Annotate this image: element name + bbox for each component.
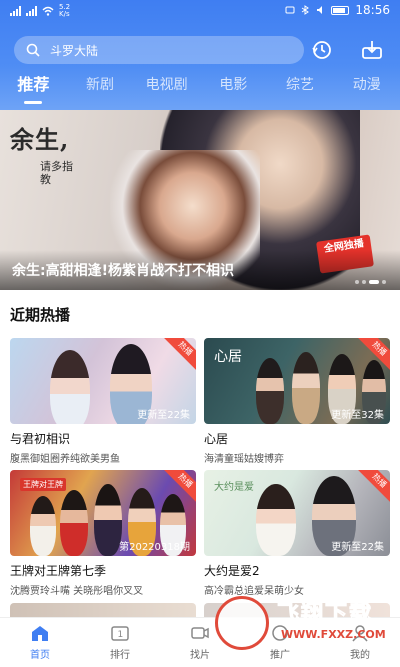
battery-icon — [331, 5, 350, 15]
category-tabs: 推荐 新剧 电视剧 电影 综艺 动漫 — [0, 74, 400, 104]
ranking-icon: 1 — [111, 626, 129, 641]
notification-icon — [285, 6, 295, 14]
hot-tag: 热播 — [162, 338, 196, 372]
tab-movie[interactable]: 电影 — [200, 74, 267, 104]
video-thumbnail: 心居 热播 更新至32集 — [204, 338, 390, 424]
tab-new-drama[interactable]: 新剧 — [67, 74, 134, 104]
tab-anime[interactable]: 动漫 — [333, 74, 400, 104]
card-subtitle: 海清童瑶姑嫂博弈 — [204, 454, 284, 465]
nav-label: 找片 — [190, 650, 210, 661]
tab-recommend[interactable]: 推荐 — [0, 74, 67, 104]
banner-caption: 余生:高甜相逢!杨紫肖战不打不相识 — [12, 263, 234, 279]
bluetooth-icon — [302, 5, 310, 15]
svg-text:1: 1 — [118, 630, 124, 640]
video-card[interactable]: 王牌对王牌 热播 第20220318期 王牌对王牌第七季 沈腾贾玲斗嘴 关晓彤唱… — [10, 470, 196, 597]
watermark-logo-icon — [215, 596, 269, 650]
video-thumbnail: 王牌对王牌 热播 第20220318期 — [10, 470, 196, 556]
card-title: 王牌对王牌第七季 — [10, 564, 107, 578]
watermark: 飞翔下载 WWW.FXXZ.COM — [215, 590, 400, 660]
video-card[interactable]: 大约是爱 热播 更新至22集 大约是爱2 高冷霸总追爱呆萌少女 — [204, 470, 390, 597]
watermark-sub-text: WWW.FXXZ.COM — [281, 628, 386, 641]
nav-label: 首页 — [30, 650, 50, 661]
network-speed: 5.2 K/s — [59, 3, 71, 18]
video-thumbnail: 大约是爱 热播 更新至22集 — [204, 470, 390, 556]
status-right: 18:56 — [285, 3, 390, 17]
banner-logo-sub: 请多指教 — [40, 160, 73, 186]
thumbnail-logo: 大约是爱 — [214, 482, 254, 493]
signal-icon — [10, 6, 21, 16]
featured-banner[interactable]: 余生, 请多指教 全网独播 余生:高甜相逢!杨紫肖战不打不相识 — [0, 110, 400, 290]
search-icon — [26, 43, 40, 57]
download-icon — [362, 41, 382, 59]
thumbnail-logo: 心居 — [214, 349, 242, 365]
video-card-peek[interactable] — [10, 603, 196, 617]
update-label: 更新至22集 — [137, 410, 190, 421]
thumbnail-logo: 王牌对王牌 — [20, 478, 66, 491]
nav-home[interactable]: 首页 — [0, 618, 80, 667]
status-bar: 5.2 K/s 18:56 — [0, 0, 400, 22]
status-time: 18:56 — [355, 3, 390, 17]
find-video-icon — [191, 627, 209, 639]
search-input[interactable]: 斗罗大陆 — [14, 36, 304, 64]
wifi-icon — [42, 6, 54, 16]
card-title: 心居 — [204, 432, 229, 446]
card-subtitle: 腹黑御姐圈养纯欲美男鱼 — [10, 454, 120, 465]
update-label: 更新至32集 — [331, 410, 384, 421]
status-left: 5.2 K/s — [10, 4, 75, 18]
banner-show-logo: 余生, 请多指教 — [10, 120, 90, 200]
header: 5.2 K/s 18:56 斗罗大陆 推荐 新剧 电视剧 电影 综艺 动漫 — [0, 0, 400, 110]
download-button[interactable] — [358, 36, 386, 64]
video-card[interactable]: 热播 更新至22集 与君初相识 腹黑御姐圈养纯欲美男鱼 — [10, 338, 196, 465]
update-label: 更新至22集 — [331, 542, 384, 553]
nav-label: 排行 — [110, 650, 130, 661]
tab-variety[interactable]: 综艺 — [267, 74, 334, 104]
banner-pagination — [355, 280, 386, 284]
banner-logo-main: 余生, — [10, 125, 70, 154]
card-title: 大约是爱2 — [204, 564, 260, 578]
card-subtitle: 沈腾贾玲斗嘴 关晓彤唱你叉叉 — [10, 586, 144, 597]
nav-ranking[interactable]: 1 排行 — [80, 618, 160, 667]
history-icon — [312, 41, 331, 59]
card-title: 与君初相识 — [10, 432, 71, 446]
home-icon — [32, 626, 48, 641]
video-card[interactable]: 心居 热播 更新至32集 心居 海清童瑶姑嫂博弈 — [204, 338, 390, 465]
mute-icon — [317, 6, 323, 14]
history-button[interactable] — [308, 36, 336, 64]
signal-icon-2 — [26, 6, 37, 16]
update-label: 第20220318期 — [119, 542, 190, 553]
search-placeholder: 斗罗大陆 — [50, 43, 99, 58]
tab-tv-series[interactable]: 电视剧 — [133, 74, 200, 104]
watermark-main-text: 飞翔下载 — [276, 602, 374, 628]
hot-tag: 热播 — [356, 470, 390, 504]
video-thumbnail: 热播 更新至22集 — [10, 338, 196, 424]
section-title: 近期热播 — [10, 306, 71, 324]
